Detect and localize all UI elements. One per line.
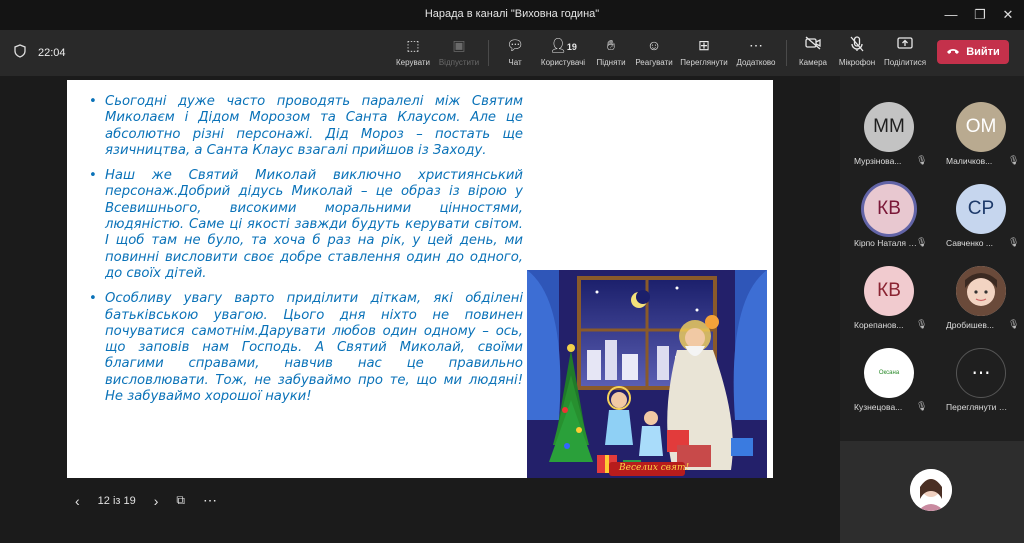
screen-control-icon: ⬚ (406, 37, 420, 53)
mic-off-icon: 🎙︎ (916, 155, 928, 165)
view-all-tile[interactable]: ⋯ Переглянути в... (932, 332, 1024, 412)
toolbar-divider (786, 40, 787, 66)
avatar: СР (956, 184, 1006, 234)
participant-name: Савченко ... (946, 238, 993, 248)
mic-off-icon: 🎙︎ (1008, 155, 1020, 165)
window-title: Нарада в каналі "Виховна година" (424, 8, 600, 20)
participant-name: Мурзінова... (854, 156, 902, 166)
participant-tile[interactable]: СР Савченко ... 🎙︎ (932, 168, 1024, 248)
people-icon: 👤︎ (549, 37, 567, 53)
mic-off-icon: 🎙︎ (1008, 319, 1020, 329)
slides-grid-icon[interactable]: ⧉ (176, 493, 185, 508)
mic-off-icon: 🎙︎ (916, 237, 928, 247)
self-avatar (910, 469, 952, 511)
people-button[interactable]: 👤︎19 Користувачі (539, 36, 587, 67)
presentation-slide: Сьогодні дуже часто проводять паралелі м… (67, 80, 773, 478)
release-icon: ▣ (452, 37, 466, 53)
avatar: ОМ (956, 102, 1006, 152)
slide-counter: 12 із 19 (97, 494, 136, 507)
participant-tile[interactable]: КВ Кірпо Наталя В... 🎙︎ (840, 168, 932, 248)
avatar-logo: Оксана (864, 348, 914, 398)
leave-button[interactable]: Вийти (937, 40, 1009, 64)
call-timer: 22:04 (38, 46, 66, 59)
mic-button[interactable]: Мікрофон (837, 36, 877, 67)
smiley-icon: ☺ (646, 37, 662, 53)
title-bar: Нарада в каналі "Виховна година" — ❐ ✕ (0, 0, 1024, 30)
camera-button[interactable]: Камера (797, 36, 829, 67)
participant-name: Корепанов... (854, 320, 904, 330)
more-button[interactable]: ⋯ Додатково (734, 36, 778, 67)
st-nicholas-illustration: Веселих свят! (527, 270, 767, 478)
people-count: 19 (566, 42, 577, 52)
avatar: ММ (864, 102, 914, 152)
slide-navigation: ‹ 12 із 19 › ⧉ ⋯ (75, 492, 217, 509)
slide-bullet: Сьогодні дуже часто проводять паралелі м… (87, 94, 523, 159)
view-all-label: Переглянути в... (946, 402, 1010, 412)
slide-bullet: Особливу увагу варто приділити діткам, я… (87, 291, 523, 405)
participant-name: Кузнецова... (854, 402, 903, 412)
mic-off-icon: 🎙︎ (916, 401, 928, 411)
participant-name: Маличков... (946, 156, 993, 166)
release-button[interactable]: ▣ Відпустити (437, 36, 481, 67)
control-button[interactable]: ⬚ Керувати (394, 36, 432, 67)
meeting-toolbar: 22:04 ⬚ Керувати ▣ Відпустити 💬︎ Чат 👤︎1… (0, 30, 1024, 76)
participant-tile[interactable]: ОМ Маличков... 🎙︎ (932, 86, 1024, 166)
participant-name: Кірпо Наталя В... (854, 238, 918, 248)
chat-icon: 💬︎ (506, 37, 524, 53)
close-icon[interactable]: ✕ (999, 6, 1017, 24)
mic-off-icon (837, 36, 877, 54)
share-button[interactable]: Поділитися (883, 36, 927, 67)
slide-bullet-list: Сьогодні дуже часто проводять паралелі м… (87, 94, 523, 414)
chevron-left-icon[interactable]: ‹ (75, 493, 80, 509)
more-icon: ⋯ (956, 348, 1006, 398)
avatar: КВ (864, 266, 914, 316)
slide-bullet: Наш же Святий Миколай виключно християнс… (87, 168, 523, 282)
participant-name: Дробишев... (946, 320, 994, 330)
participant-tile[interactable]: Оксана Кузнецова... 🎙︎ (840, 332, 932, 412)
chevron-right-icon[interactable]: › (154, 493, 159, 509)
camera-off-icon (797, 36, 829, 54)
participant-tile[interactable]: КВ Корепанов... 🎙︎ (840, 250, 932, 330)
self-view[interactable] (840, 441, 1024, 543)
minimize-icon[interactable]: — (942, 6, 960, 24)
mic-off-icon: 🎙︎ (916, 319, 928, 329)
chat-button[interactable]: 💬︎ Чат (500, 36, 530, 67)
react-button[interactable]: ☺ Реагувати (634, 36, 674, 67)
avatar-photo (956, 266, 1006, 316)
raise-hand-icon: ✋︎ (607, 37, 615, 53)
avatar: КВ (864, 184, 914, 234)
toolbar-divider (488, 40, 489, 66)
picture-caption: Веселих свят! (619, 463, 690, 473)
grid-icon: ⊞ (698, 37, 710, 53)
hang-up-icon (946, 46, 960, 58)
raise-hand-button[interactable]: ✋︎ Підняти (594, 36, 628, 67)
participant-tile[interactable]: ММ Мурзінова... 🎙︎ (840, 86, 932, 166)
share-tray-icon (883, 36, 927, 54)
shield-icon (14, 44, 26, 61)
restore-icon[interactable]: ❐ (971, 6, 989, 24)
participant-tile[interactable]: Дробишев... 🎙︎ (932, 250, 1024, 330)
view-button[interactable]: ⊞ Переглянути (679, 36, 729, 67)
mic-off-icon: 🎙︎ (1008, 237, 1020, 247)
more-icon: ⋯ (749, 37, 763, 53)
more-options-icon[interactable]: ⋯ (203, 492, 217, 509)
